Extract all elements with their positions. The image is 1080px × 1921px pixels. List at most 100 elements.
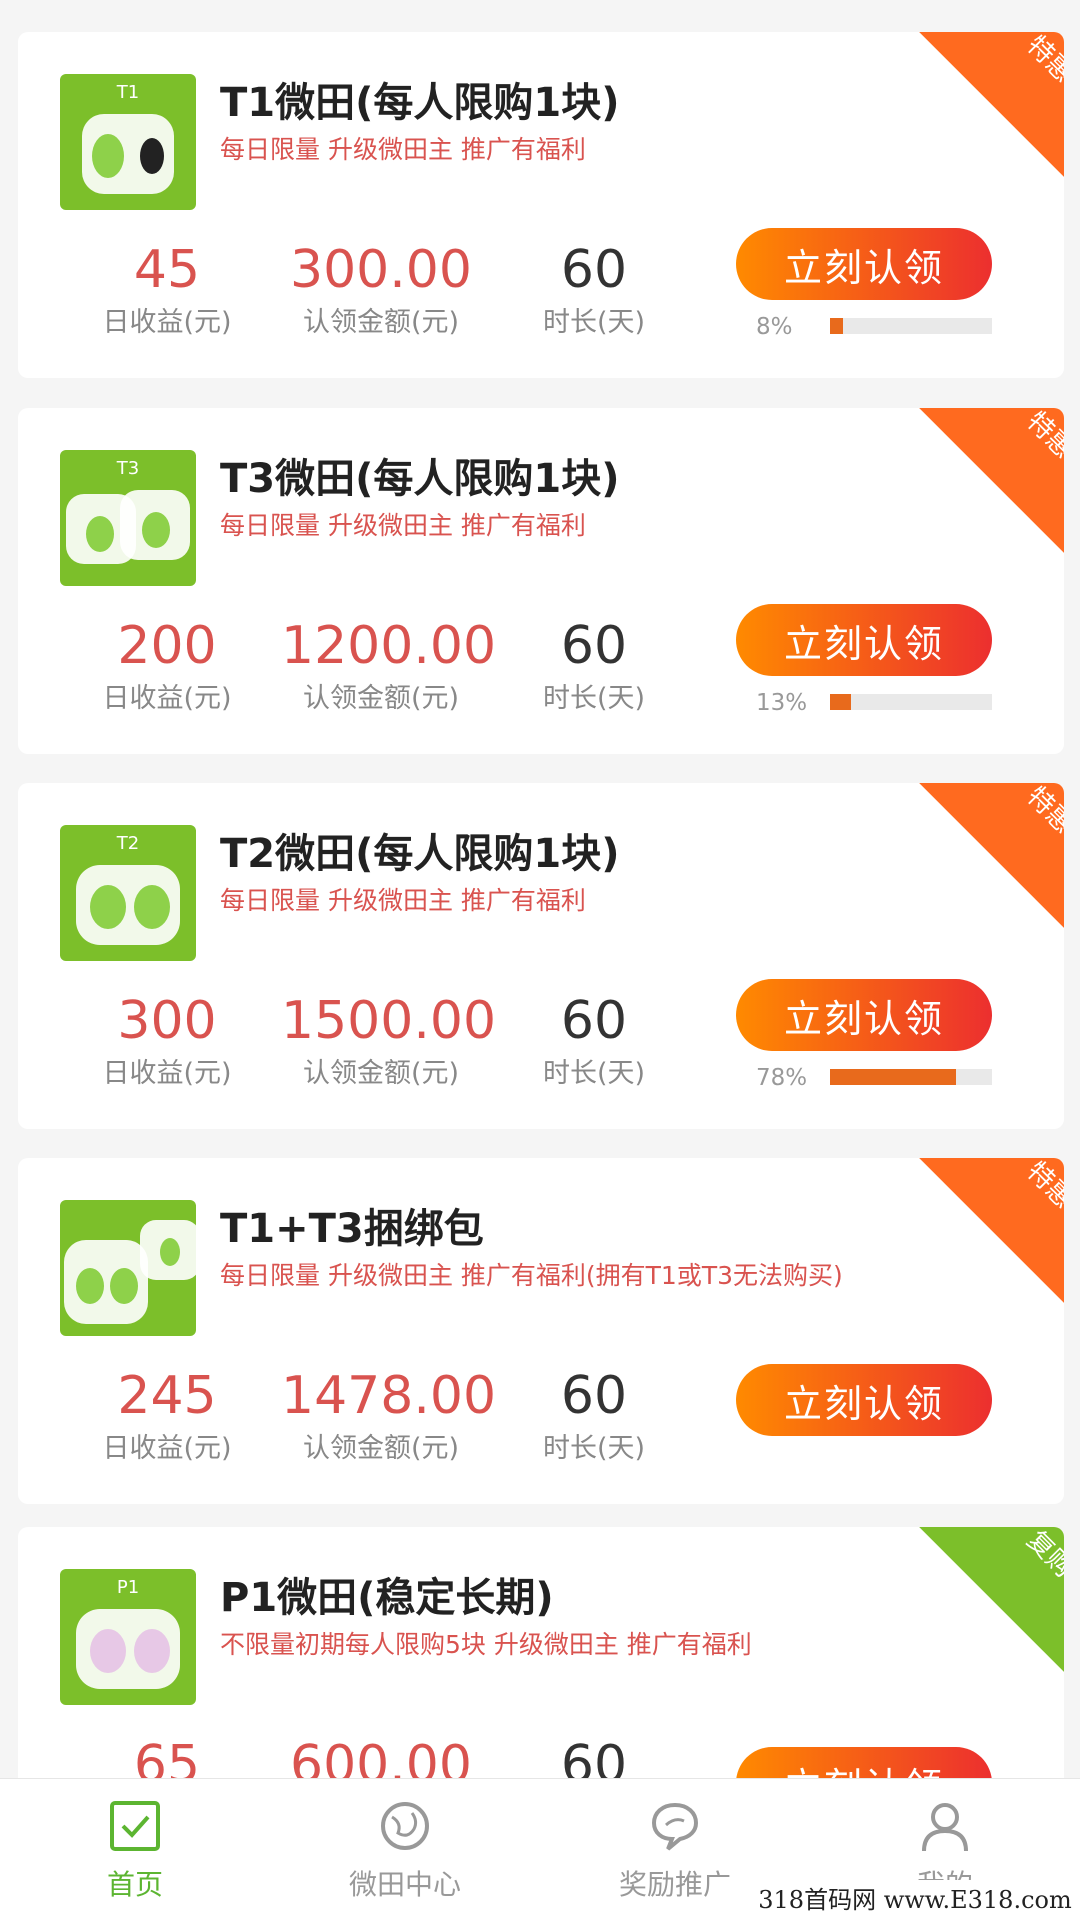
duration-value: 60 <box>560 1735 628 1778</box>
product-list[interactable]: T1 T1微田(每人限购1块) 每日限量 升级微田主 推广有福利 45 日收益(… <box>0 0 1080 1778</box>
home-check-icon <box>110 1801 160 1851</box>
duration: 60 时长(天) <box>494 1368 694 1465</box>
promo-ribbon: 复购稳定 <box>864 1527 1064 1727</box>
promo-ribbon: 特惠福利 <box>864 408 1064 608</box>
progress-fill <box>830 1069 957 1085</box>
product-title: T3微田(每人限购1块) <box>220 456 620 502</box>
progress-percent: 8% <box>756 314 793 340</box>
duration: 60 时长(天) <box>494 993 694 1090</box>
promo-ribbon: 特惠福利 <box>864 783 1064 983</box>
claim-amount: 300.00 认领金额(元) <box>281 242 481 339</box>
product-description: 每日限量 升级微田主 推广有福利 <box>220 886 586 915</box>
product-title: P1微田(稳定长期) <box>220 1575 554 1621</box>
product-title: T1微田(每人限购1块) <box>220 80 620 126</box>
claim-amount: 1500.00 认领金额(元) <box>281 991 497 1090</box>
progress-bar <box>830 318 992 334</box>
duration-label: 时长(天) <box>542 1433 646 1464</box>
tab-field-center[interactable]: 微田中心 <box>270 1779 540 1921</box>
duration: 60 时长(天) <box>494 242 694 339</box>
daily-income-value: 65 <box>133 1735 201 1778</box>
progress-fill <box>830 694 852 710</box>
product-badge: P1 <box>116 1577 140 1598</box>
product-title: T1+T3捆绑包 <box>220 1206 484 1252</box>
progress-percent: 78% <box>756 1065 808 1091</box>
product-card: T1 T1微田(每人限购1块) 每日限量 升级微田主 推广有福利 45 日收益(… <box>18 32 1064 378</box>
claim-amount-label: 认领金额(元) <box>302 307 460 338</box>
product-card: T1+T3捆绑包 每日限量 升级微田主 推广有福利(拥有T1或T3无法购买) 2… <box>18 1158 1064 1504</box>
daily-income-label: 日收益(元) <box>102 1058 232 1089</box>
duration-label: 时长(天) <box>542 307 646 338</box>
tab-field-center-label: 微田中心 <box>348 1868 461 1901</box>
daily-income-value: 245 <box>117 1366 217 1426</box>
product-badge: T1 <box>116 82 140 103</box>
user-icon <box>922 1803 968 1852</box>
product-badge: T3 <box>116 458 140 479</box>
duration-value: 60 <box>560 240 628 300</box>
duration-value: 60 <box>560 991 628 1051</box>
claim-button[interactable]: 立刻认领 <box>736 1747 992 1778</box>
product-thumbnail: T2 <box>60 825 196 961</box>
tab-home[interactable]: 首页 <box>0 1779 270 1921</box>
daily-income: 300 日收益(元) <box>67 993 267 1090</box>
daily-income-value: 300 <box>117 991 217 1051</box>
promo-ribbon-text: 特惠福利 <box>1020 408 1064 502</box>
watermark: 318首码网 www.E318.com <box>750 1880 1080 1920</box>
duration-label: 时长(天) <box>542 683 646 714</box>
claim-amount: 1478.00 认领金额(元) <box>281 1366 497 1465</box>
duration: 60 <box>494 1737 694 1778</box>
product-thumbnail <box>60 1200 196 1336</box>
claim-amount-value: 1478.00 <box>281 1366 497 1426</box>
daily-income: 200 日收益(元) <box>67 618 267 715</box>
claim-amount-label: 认领金额(元) <box>302 1058 460 1089</box>
claim-amount-value: 1500.00 <box>281 991 497 1051</box>
promo-ribbon-text: 特惠福利 <box>1020 1158 1064 1252</box>
globe-icon <box>381 1802 429 1850</box>
duration-label: 时长(天) <box>542 1058 646 1089</box>
daily-income-value: 45 <box>133 240 201 300</box>
claim-button[interactable]: 立刻认领 <box>736 228 992 300</box>
promo-ribbon-text: 复购稳定 <box>1020 1527 1064 1621</box>
product-card: T2 T2微田(每人限购1块) 每日限量 升级微田主 推广有福利 300 日收益… <box>18 783 1064 1129</box>
product-description: 每日限量 升级微田主 推广有福利 <box>220 135 586 164</box>
product-description: 每日限量 升级微田主 推广有福利(拥有T1或T3无法购买) <box>220 1261 843 1290</box>
daily-income: 45 日收益(元) <box>67 242 267 339</box>
product-card: T3 T3微田(每人限购1块) 每日限量 升级微田主 推广有福利 200 日收益… <box>18 408 1064 754</box>
progress-bar <box>830 1069 992 1085</box>
duration-value: 60 <box>560 616 628 676</box>
promo-ribbon-text: 特惠福利 <box>1020 783 1064 877</box>
product-thumbnail: P1 <box>60 1569 196 1705</box>
claim-amount-value: 1200.00 <box>281 616 497 676</box>
claim-amount-label: 认领金额(元) <box>302 1433 460 1464</box>
claim-amount-value: 600.00 <box>290 1735 472 1778</box>
promo-ribbon-text: 特惠福利 <box>1020 32 1064 126</box>
product-title: T2微田(每人限购1块) <box>220 831 620 877</box>
duration: 60 时长(天) <box>494 618 694 715</box>
claim-amount-label: 认领金额(元) <box>302 683 460 714</box>
claim-button[interactable]: 立刻认领 <box>736 604 992 676</box>
planter-icon <box>64 1220 196 1324</box>
progress-bar <box>830 694 992 710</box>
duration-value: 60 <box>560 1366 628 1426</box>
chat-bubble-icon <box>651 1802 699 1851</box>
product-thumbnail: T3 <box>60 450 196 586</box>
product-description: 每日限量 升级微田主 推广有福利 <box>220 511 586 540</box>
claim-button[interactable]: 立刻认领 <box>736 1364 992 1436</box>
product-card: P1 P1微田(稳定长期) 不限量初期每人限购5块 升级微田主 推广有福利 65… <box>18 1527 1064 1778</box>
claim-amount-value: 300.00 <box>290 240 472 300</box>
product-description: 不限量初期每人限购5块 升级微田主 推广有福利 <box>220 1630 752 1659</box>
progress-percent: 13% <box>756 690 808 716</box>
progress-fill <box>830 318 843 334</box>
product-badge: T2 <box>116 833 140 854</box>
daily-income-label: 日收益(元) <box>102 683 232 714</box>
claim-button[interactable]: 立刻认领 <box>736 979 992 1051</box>
daily-income: 65 <box>67 1737 267 1778</box>
daily-income-label: 日收益(元) <box>102 1433 232 1464</box>
daily-income-label: 日收益(元) <box>102 307 232 338</box>
product-thumbnail: T1 <box>60 74 196 210</box>
claim-amount: 600.00 <box>281 1737 481 1778</box>
daily-income-value: 200 <box>117 616 217 676</box>
tab-home-label: 首页 <box>106 1868 163 1901</box>
claim-amount: 1200.00 认领金额(元) <box>281 616 497 715</box>
promo-ribbon: 特惠福利 <box>864 1158 1064 1358</box>
daily-income: 245 日收益(元) <box>67 1368 267 1465</box>
